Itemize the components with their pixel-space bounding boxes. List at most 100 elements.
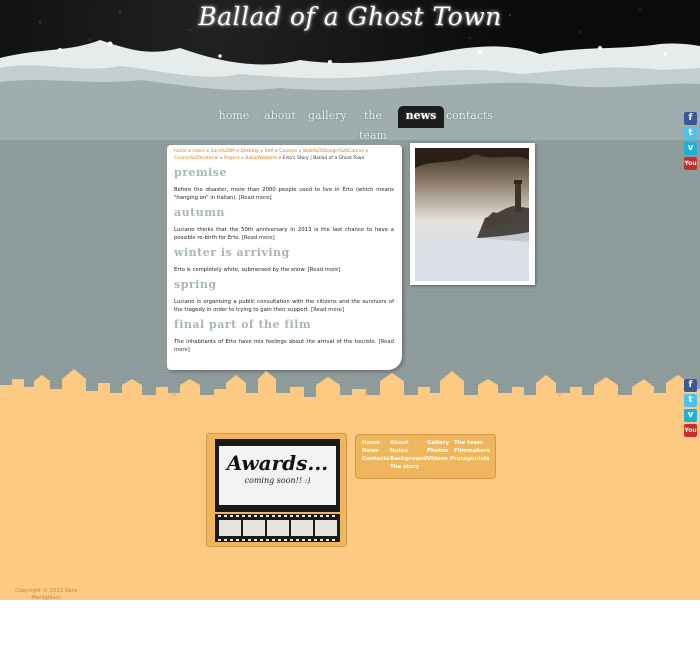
- film-frame: [315, 520, 337, 536]
- film-hole: [242, 515, 245, 517]
- film-hole: [278, 539, 281, 541]
- read-more-link[interactable]: [Read more]: [308, 267, 341, 273]
- film-hole: [230, 515, 233, 517]
- breadcrumb-link[interactable]: Web%20Design%20Course: [303, 149, 364, 154]
- breadcrumb-link[interactable]: BalladWebsite: [245, 156, 277, 161]
- nav-home[interactable]: home: [216, 106, 252, 128]
- nav-the-team[interactable]: the team: [350, 106, 396, 142]
- film-frame: [291, 520, 313, 536]
- nav-contacts[interactable]: contacts: [446, 106, 493, 128]
- breadcrumb-link[interactable]: SitA: [265, 149, 274, 154]
- nav-gallery[interactable]: gallery: [308, 106, 347, 128]
- film-hole: [266, 515, 269, 517]
- footer-link-photos[interactable]: Photos: [427, 447, 448, 455]
- film-hole: [320, 515, 323, 517]
- footer-link-about[interactable]: About: [390, 439, 409, 447]
- read-more-link[interactable]: [Read more]: [311, 307, 344, 313]
- footer-link-the-team[interactable]: The team: [454, 439, 483, 447]
- film-hole: [314, 539, 317, 541]
- awards-panel: Awards... coming soon!! :): [219, 446, 336, 505]
- film-hole: [236, 539, 239, 541]
- breadcrumb-link[interactable]: Desktop: [240, 149, 259, 154]
- section-text: Before the disaster, more than 2000 peop…: [174, 186, 394, 202]
- film-hole: [290, 515, 293, 517]
- breadcrumb-separator: »: [298, 149, 302, 154]
- footer-link-gallery[interactable]: Gallery: [427, 439, 449, 447]
- footer-link-the-story[interactable]: The story: [390, 463, 419, 471]
- read-more-link[interactable]: [Read more]: [239, 195, 272, 201]
- breadcrumb-link[interactable]: Users: [192, 149, 205, 154]
- film-hole: [272, 515, 275, 517]
- footer-link-filmmakers[interactable]: Filmmakers: [454, 447, 490, 455]
- section-title: final part of the film: [174, 318, 312, 331]
- section-text: Luciano is organising a public consultat…: [174, 298, 394, 314]
- footer-link-notes[interactable]: Notes: [390, 447, 408, 455]
- film-hole: [320, 539, 323, 541]
- film-hole: [224, 539, 227, 541]
- footer-link-home[interactable]: Home: [362, 439, 380, 447]
- film-hole: [266, 539, 269, 541]
- breadcrumb-separator: »: [188, 149, 191, 154]
- awards-card: Awards... coming soon!! :): [215, 439, 340, 512]
- film-strip: [215, 514, 340, 542]
- breadcrumb-separator: »: [206, 149, 210, 154]
- awards-title: Awards...: [226, 451, 329, 475]
- film-hole: [332, 515, 335, 517]
- section-text: The inhabitants of Erto have mix feeling…: [174, 338, 394, 354]
- film-hole: [296, 539, 299, 541]
- film-hole: [236, 515, 239, 517]
- breadcrumb-link[interactable]: Course%20material: [174, 156, 219, 161]
- film-hole: [284, 515, 287, 517]
- youtube-icon[interactable]: You: [684, 157, 697, 170]
- footer-link-videos[interactable]: Videos: [427, 455, 448, 463]
- section-body: Erto is completely white, submersed by t…: [174, 267, 306, 273]
- film-hole: [254, 515, 257, 517]
- footer-link-news[interactable]: News: [362, 447, 379, 455]
- facebook-icon[interactable]: f: [684, 379, 697, 392]
- breadcrumb-separator: »: [260, 149, 264, 154]
- film-hole: [242, 539, 245, 541]
- section-body: Before the disaster, more than 2000 peop…: [174, 187, 394, 201]
- nav-news[interactable]: news: [398, 106, 444, 128]
- awards-box: Awards... coming soon!! :): [206, 433, 347, 547]
- footer-link-protagonists[interactable]: Protagonists: [450, 455, 490, 463]
- breadcrumb-link[interactable]: Courses: [279, 149, 297, 154]
- breadcrumb-separator: »: [236, 149, 239, 154]
- breadcrumb: home » Users » Sara%20M » Desktop » SitA…: [174, 148, 394, 162]
- erto-photo: [415, 148, 529, 281]
- film-hole: [248, 515, 251, 517]
- story-sections: premise Before the disaster, more than 20…: [174, 166, 394, 354]
- breadcrumb-separator: »: [275, 149, 278, 154]
- facebook-icon[interactable]: f: [684, 112, 697, 125]
- film-hole: [248, 539, 251, 541]
- film-hole: [308, 539, 311, 541]
- breadcrumb-link[interactable]: Project: [224, 156, 239, 161]
- film-hole: [272, 539, 275, 541]
- film-hole: [290, 539, 293, 541]
- section-text: Luciano thinks that the 50th anniversary…: [174, 226, 394, 242]
- photo-frame: [410, 143, 535, 285]
- youtube-icon[interactable]: You: [684, 424, 697, 437]
- site-title: Ballad of a Ghost Town: [198, 2, 502, 31]
- breadcrumb-current: Erto's Story | Ballad of a Ghost Town: [282, 156, 365, 161]
- twitter-icon[interactable]: t: [684, 394, 697, 407]
- film-frame: [243, 520, 265, 536]
- section-body: Luciano thinks that the 50th anniversary…: [174, 227, 394, 241]
- breadcrumb-link[interactable]: Sara%20M: [211, 149, 235, 154]
- breadcrumb-link[interactable]: home: [174, 149, 187, 154]
- page: Ballad of a Ghost Town home about galler…: [0, 0, 700, 600]
- film-hole: [260, 539, 263, 541]
- nav-about[interactable]: about: [262, 106, 298, 128]
- vimeo-icon[interactable]: v: [684, 409, 697, 422]
- film-hole: [308, 515, 311, 517]
- footer-link-background[interactable]: Background: [390, 455, 427, 463]
- vimeo-icon[interactable]: v: [684, 142, 697, 155]
- footer-link-contacts[interactable]: Contacts: [362, 455, 389, 463]
- read-more-link[interactable]: [Read more]: [242, 235, 275, 241]
- twitter-icon[interactable]: t: [684, 127, 697, 140]
- section-body: Luciano is organising a public consultat…: [174, 299, 394, 313]
- breadcrumb-separator: »: [219, 156, 223, 161]
- film-hole: [230, 539, 233, 541]
- film-hole: [218, 515, 221, 517]
- section-text: Erto is completely white, submersed by t…: [174, 266, 394, 274]
